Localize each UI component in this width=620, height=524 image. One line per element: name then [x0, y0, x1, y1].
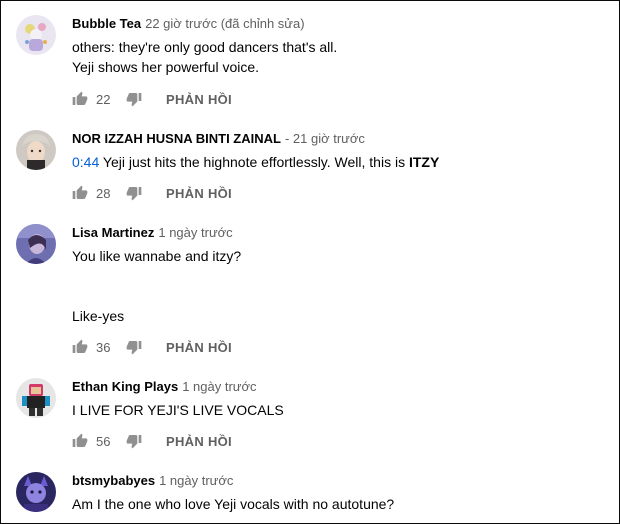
comments-panel: Bubble Tea 22 giờ trước (đã chỉnh sửa) ot… [0, 0, 620, 524]
comment-actions: 56 PHẢN HỒI [72, 431, 232, 451]
comment-text: I LIVE FOR YEJI'S LIVE VOCALS [72, 400, 609, 420]
comment-line: others: they're only good dancers that's… [72, 39, 338, 55]
comment-header: Ethan King Plays 1 ngày trước [72, 378, 609, 396]
comment-time[interactable]: 22 giờ trước (đã chỉnh sửa) [145, 16, 304, 31]
thumb-up-icon[interactable] [72, 433, 88, 449]
avatar[interactable] [16, 224, 56, 264]
reply-button[interactable]: PHẢN HỒI [166, 186, 232, 201]
comment-line: Am I the one who love Yeji vocals with n… [72, 496, 395, 512]
comment-time[interactable]: 1 ngày trước [182, 379, 256, 394]
author-name[interactable]: NOR IZZAH HUSNA BINTI ZAINAL [72, 131, 281, 146]
avatar[interactable] [16, 15, 56, 55]
like-count: 28 [96, 185, 111, 201]
reply-button[interactable]: PHẢN HỒI [166, 92, 232, 107]
like-count: 22 [96, 91, 111, 107]
comment-line: You like wannabe and itzy? [72, 248, 242, 264]
comment-line: I LIVE FOR YEJI'S LIVE VOCALS [72, 402, 284, 418]
thumb-down-icon[interactable] [126, 433, 142, 449]
comment-time[interactable]: 1 ngày trước [158, 225, 232, 240]
author-name[interactable]: btsmybabyes [72, 473, 155, 488]
comment-line-text: Yeji just hits the highnote effortlessly… [99, 154, 409, 170]
thumb-up-icon[interactable] [72, 91, 88, 107]
comment-header: Lisa Martinez 1 ngày trước [72, 224, 609, 242]
thumb-down-icon[interactable] [126, 91, 142, 107]
comment-line: Like-yes [72, 308, 125, 324]
thumb-down-icon[interactable] [126, 339, 142, 355]
comment-header: btsmybabyes 1 ngày trước [72, 472, 609, 490]
comment-text: You like wannabe and itzy? Like-yes [72, 246, 609, 326]
comment-actions: 22 PHẢN HỒI [72, 89, 232, 109]
avatar[interactable] [16, 378, 56, 418]
comment-line: 0:44 Yeji just hits the highnote effortl… [72, 152, 609, 172]
like-count: 56 [96, 433, 111, 449]
author-name[interactable]: Bubble Tea [72, 16, 141, 31]
comment-header: Bubble Tea 22 giờ trước (đã chỉnh sửa) [72, 15, 609, 33]
reply-button[interactable]: PHẢN HỒI [166, 434, 232, 449]
timestamp-link[interactable]: 0:44 [72, 154, 99, 170]
thumb-up-icon[interactable] [72, 339, 88, 355]
author-name[interactable]: Lisa Martinez [72, 225, 154, 240]
comment-text: 0:44 Yeji just hits the highnote effortl… [72, 152, 609, 172]
comment-actions: 36 PHẢN HỒI [72, 337, 232, 357]
thumb-down-icon[interactable] [126, 185, 142, 201]
like-count: 36 [96, 339, 111, 355]
reply-button[interactable]: PHẢN HỒI [166, 340, 232, 355]
comment-actions: 28 PHẢN HỒI [72, 183, 232, 203]
avatar[interactable] [16, 472, 56, 512]
comment-time[interactable]: - 21 giờ trước [285, 131, 365, 146]
comment-header: NOR IZZAH HUSNA BINTI ZAINAL - 21 giờ trư… [72, 130, 609, 148]
author-name[interactable]: Ethan King Plays [72, 379, 178, 394]
comment-time[interactable]: 1 ngày trước [159, 473, 233, 488]
comment-line: Yeji shows her powerful voice. [72, 59, 260, 75]
avatar[interactable] [16, 130, 56, 170]
comment-text: others: they're only good dancers that's… [72, 37, 609, 77]
comment-text: Am I the one who love Yeji vocals with n… [72, 494, 609, 514]
thumb-up-icon[interactable] [72, 185, 88, 201]
comment-emphasis: ITZY [408, 154, 440, 170]
